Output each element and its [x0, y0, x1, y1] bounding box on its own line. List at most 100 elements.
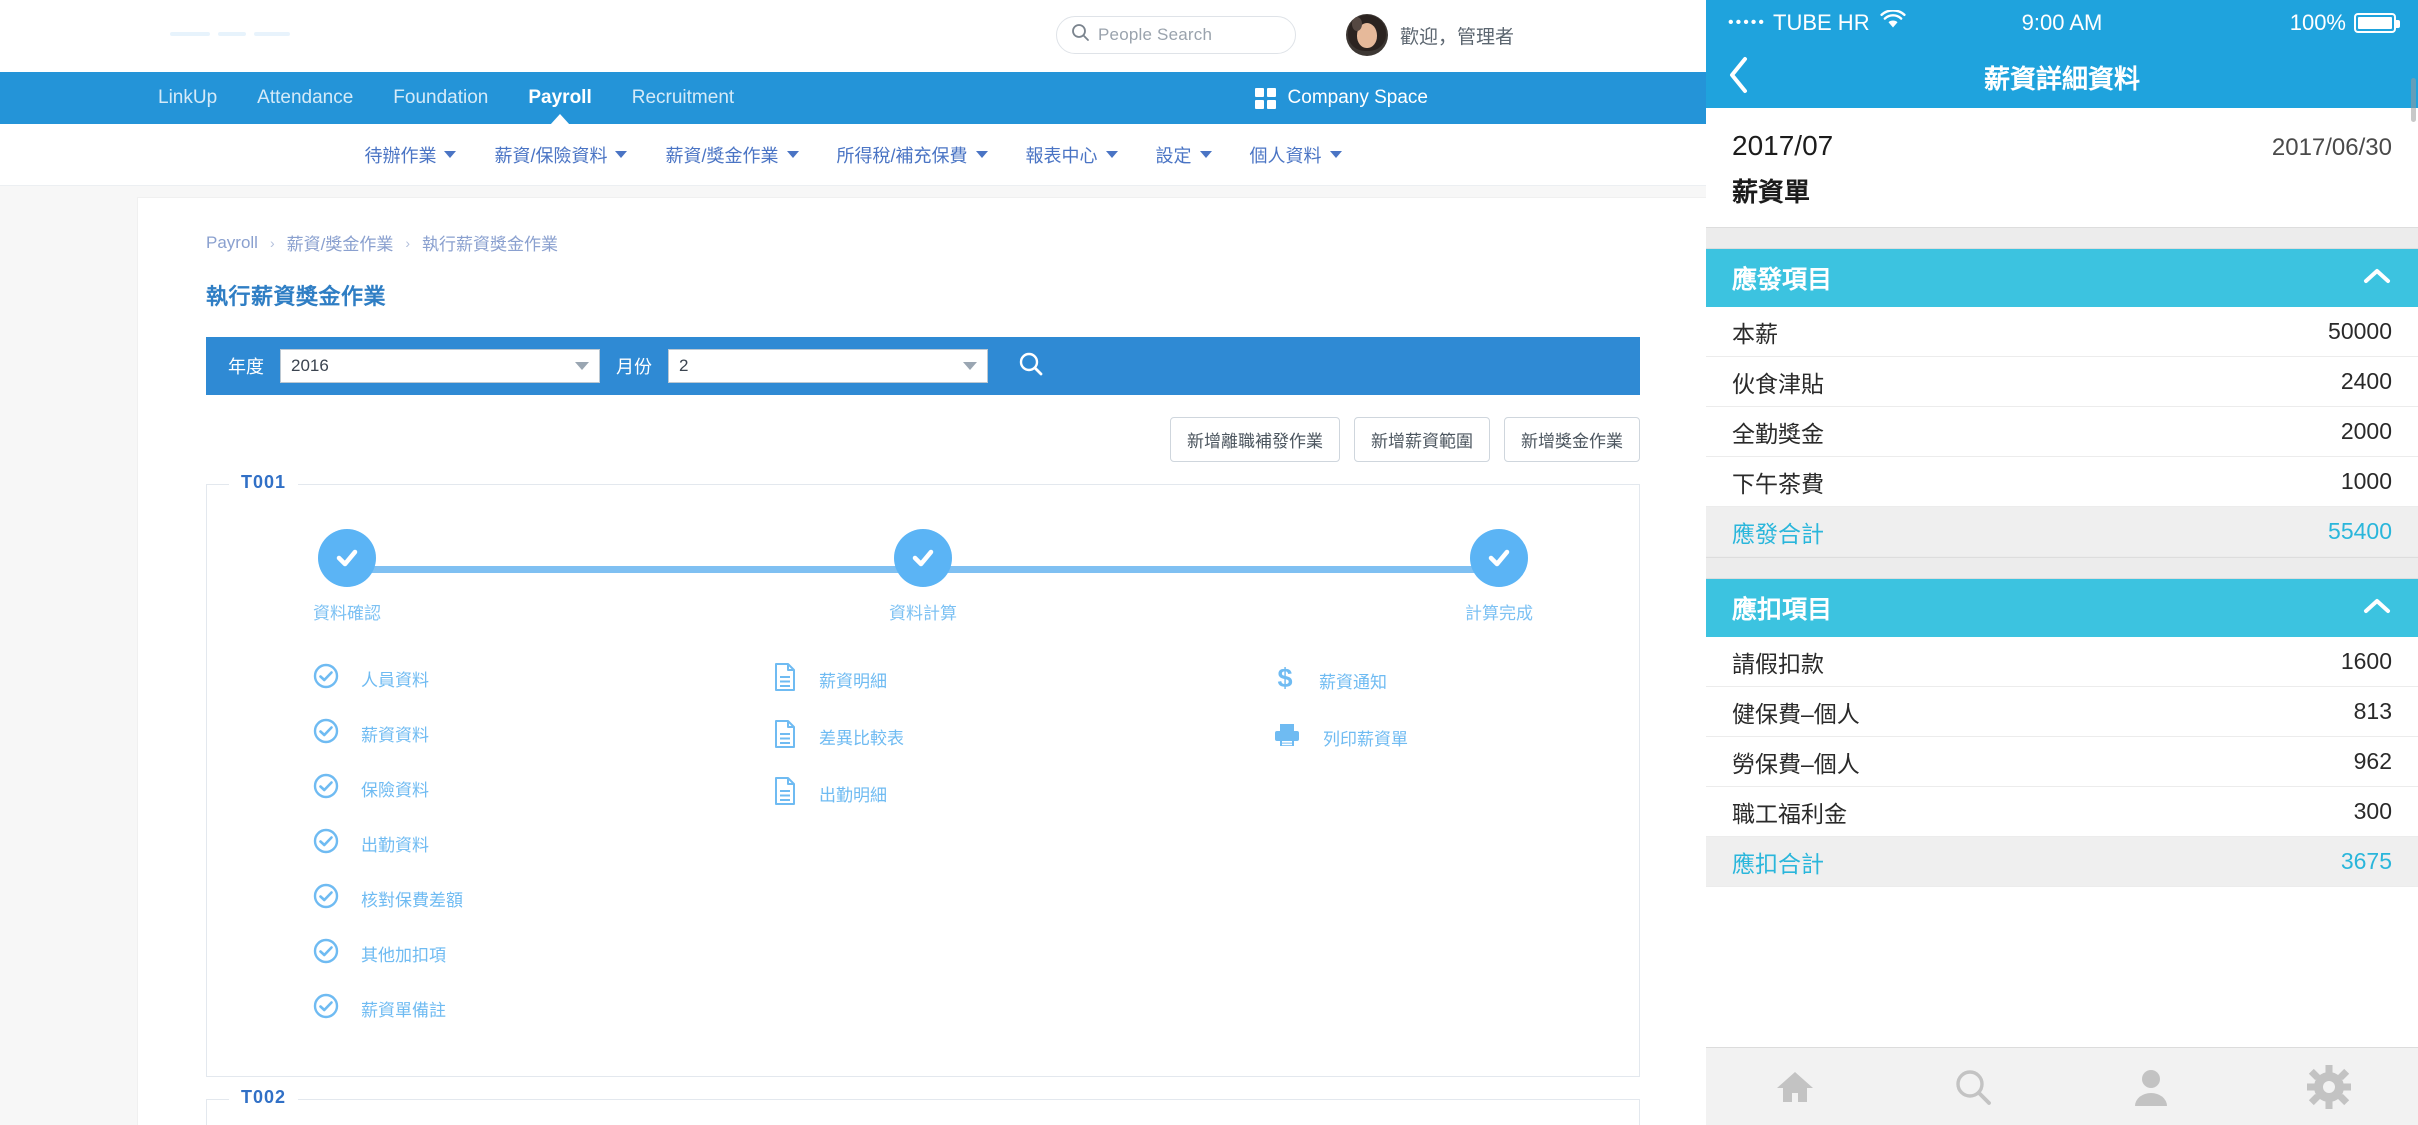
breadcrumb: Payroll › 薪資/獎金作業 › 執行薪資獎金作業 — [206, 230, 1706, 255]
mobile-nav-bar: 薪資詳細資料 — [1706, 46, 2418, 108]
user-area[interactable]: 歡迎，管理者 — [1345, 14, 1514, 56]
task-label: 出勤資料 — [361, 836, 429, 855]
nav-item-foundation[interactable]: Foundation — [373, 87, 508, 109]
filter-search-button[interactable] — [1018, 351, 1044, 382]
task-personnel-data[interactable]: 人員資料 — [253, 651, 713, 706]
task-payslip-remark[interactable]: 薪資單備註 — [253, 981, 713, 1036]
section-gap — [1706, 227, 2418, 249]
row-label: 下午茶費 — [1732, 470, 1824, 497]
chevron-down-icon — [444, 151, 457, 158]
check-circle-icon — [313, 938, 339, 969]
payslip-kind: 薪資單 — [1732, 177, 1811, 207]
payslip-date: 2017/06/30 — [2271, 134, 2392, 161]
row-value: 813 — [2353, 698, 2392, 724]
step-data-confirm[interactable]: 資料確認 — [267, 529, 427, 624]
battery-percent: 100% — [2289, 10, 2346, 35]
people-search-box[interactable]: People Search — [1056, 16, 1296, 54]
task-salary-data[interactable]: 薪資資料 — [253, 706, 713, 761]
company-space-button[interactable]: Company Space — [1254, 87, 1428, 109]
status-bar: ••••• TUBE HR 9:00 AM 100% — [1706, 0, 2418, 46]
subnav-item-todo[interactable]: 待辦作業 — [345, 142, 475, 168]
task-label: 核對保費差額 — [361, 891, 463, 910]
add-salary-range-button[interactable]: 新增薪資範圍 — [1354, 417, 1490, 462]
breadcrumb-item-payroll[interactable]: Payroll — [206, 233, 258, 253]
stepper-t001: 資料確認 資料計算 計算完成 — [247, 529, 1599, 624]
nav-item-payroll[interactable]: Payroll — [508, 87, 611, 109]
task-label: 薪資資料 — [361, 726, 429, 745]
task-label: 薪資單備註 — [361, 1001, 446, 1020]
row-value: 1000 — [2340, 468, 2392, 494]
screen-root: People Search 歡迎，管理者 LinkUp Attendance F… — [0, 0, 2418, 1125]
document-icon — [773, 720, 797, 753]
task-variance-report[interactable]: 差異比較表 — [713, 708, 1213, 765]
year-select[interactable]: 2016 — [280, 349, 600, 383]
subnav-item-personal[interactable]: 個人資料 — [1231, 142, 1361, 168]
nav-item-recruitment[interactable]: Recruitment — [612, 87, 754, 109]
row-label: 伙食津貼 — [1732, 370, 1824, 397]
mobile-scrollbar[interactable] — [2411, 78, 2416, 122]
section-header-earnings[interactable]: 應發項目 — [1706, 249, 2418, 307]
row-value: 2400 — [2340, 368, 2392, 394]
chevron-left-icon[interactable] — [1728, 56, 1750, 99]
section-header-deductions[interactable]: 應扣項目 — [1706, 579, 2418, 637]
row-value: 50000 — [2328, 318, 2392, 344]
tab-settings[interactable] — [2240, 1064, 2418, 1109]
add-bonus-task-button[interactable]: 新增獎金作業 — [1504, 417, 1640, 462]
row-value: 55400 — [2328, 518, 2392, 544]
step-calc-done[interactable]: 計算完成 — [1419, 529, 1579, 624]
printer-icon — [1273, 722, 1301, 753]
nav-item-attendance[interactable]: Attendance — [237, 87, 373, 109]
svg-text:$: $ — [1277, 663, 1292, 693]
month-select[interactable]: 2 — [668, 349, 988, 383]
task-attendance-data[interactable]: 出勤資料 — [253, 816, 713, 871]
add-resign-backpay-button[interactable]: 新增離職補發作業 — [1170, 417, 1340, 462]
task-label: 薪資通知 — [1319, 673, 1387, 692]
filter-bar: 年度 2016 月份 2 — [206, 337, 1640, 395]
tab-profile[interactable] — [2062, 1066, 2240, 1108]
signal-dots-icon: ••••• — [1728, 14, 1767, 31]
task-attendance-detail[interactable]: 出勤明細 — [713, 765, 1213, 822]
subnav-item-report-center[interactable]: 報表中心 — [1007, 142, 1137, 168]
task-check-premium-diff[interactable]: 核對保費差額 — [253, 871, 713, 926]
subnav-item-income-tax[interactable]: 所得稅/補充保費 — [818, 142, 1007, 168]
search-placeholder: People Search — [1098, 25, 1213, 44]
check-circle-icon — [894, 529, 952, 587]
payslip-header-row: 2017/07 2017/06/30 — [1732, 130, 2392, 162]
subnav-item-payroll-bonus[interactable]: 薪資/獎金作業 — [646, 142, 817, 168]
document-icon — [773, 663, 797, 696]
tab-search[interactable] — [1884, 1066, 2062, 1108]
row-label: 職工福利金 — [1732, 800, 1847, 827]
table-row: 伙食津貼 2400 — [1706, 357, 2418, 407]
subnav-item-payroll-insurance[interactable]: 薪資/保險資料 — [475, 142, 646, 168]
table-row: 勞保費–個人 962 — [1706, 737, 2418, 787]
step-label: 資料確認 — [313, 604, 381, 623]
task-other-adjustments[interactable]: 其他加扣項 — [253, 926, 713, 981]
row-label: 本薪 — [1732, 320, 1778, 347]
table-row: 本薪 50000 — [1706, 307, 2418, 357]
month-label: 月份 — [616, 357, 652, 377]
section-title: 應發項目 — [1732, 266, 1833, 294]
step-data-calc[interactable]: 資料計算 — [843, 529, 1003, 624]
table-row-total-deductions: 應扣合計 3675 — [1706, 837, 2418, 887]
nav-item-linkup[interactable]: LinkUp — [138, 87, 237, 109]
task-label: 出勤明細 — [819, 786, 887, 805]
chevron-down-icon — [615, 151, 628, 158]
task-salary-detail[interactable]: 薪資明細 — [713, 651, 1213, 708]
table-row: 全勤獎金 2000 — [1706, 407, 2418, 457]
task-insurance-data[interactable]: 保險資料 — [253, 761, 713, 816]
row-value: 3675 — [2340, 848, 2392, 874]
subnav-label: 所得稅/補充保費 — [836, 145, 968, 166]
tab-home[interactable] — [1706, 1067, 1884, 1107]
table-row: 職工福利金 300 — [1706, 787, 2418, 837]
chevron-down-icon — [575, 362, 589, 370]
subnav-item-settings[interactable]: 設定 — [1137, 142, 1231, 168]
chevron-down-icon — [786, 151, 799, 158]
company-space-label: Company Space — [1287, 87, 1428, 108]
subnav-label: 待辦作業 — [364, 145, 437, 166]
task-salary-notice[interactable]: $ 薪資通知 — [1213, 651, 1593, 710]
check-circle-icon — [318, 529, 376, 587]
breadcrumb-item-payroll-bonus[interactable]: 薪資/獎金作業 — [287, 230, 394, 255]
task-print-payslip[interactable]: 列印薪資單 — [1213, 710, 1593, 765]
step-label: 計算完成 — [1465, 604, 1533, 623]
table-row-total-earnings: 應發合計 55400 — [1706, 507, 2418, 557]
